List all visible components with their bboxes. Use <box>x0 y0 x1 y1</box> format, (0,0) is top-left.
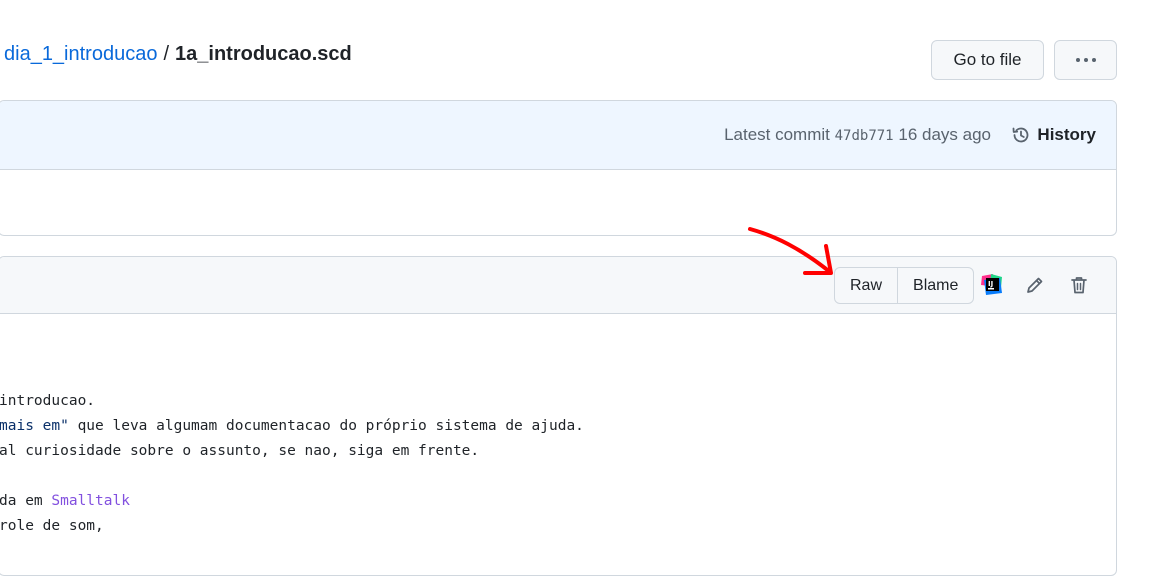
code-line: al curiosidade sobre o assunto, se nao, … <box>0 443 480 459</box>
svg-text:IJ: IJ <box>988 280 993 288</box>
file-viewer: Raw Blame IJ introducao. mais em" que le… <box>0 256 1117 576</box>
commit-info: Latest commit 47db771 16 days ago <box>724 125 991 145</box>
code-content: introducao. mais em" que leva algumam doc… <box>0 389 584 539</box>
commit-label: Latest commit <box>724 125 830 144</box>
code-line: da em Smalltalk <box>0 493 130 509</box>
pencil-icon <box>1027 277 1043 293</box>
code-line: mais em" que leva algumam documentacao d… <box>0 418 584 434</box>
raw-button[interactable]: Raw <box>835 268 897 303</box>
trash-icon <box>1071 277 1087 294</box>
code-line: role de som, <box>0 518 104 534</box>
breadcrumb-separator: / <box>163 43 170 65</box>
latest-commit-box: Latest commit 47db771 16 days ago Histor… <box>0 100 1117 236</box>
code-line: introducao. <box>0 393 96 409</box>
commit-age: 16 days ago <box>898 125 991 144</box>
blame-button[interactable]: Blame <box>897 268 973 303</box>
more-options-button[interactable] <box>1054 40 1117 80</box>
file-toolbar: Raw Blame IJ <box>0 257 1116 314</box>
jetbrains-icon: IJ <box>981 274 1002 295</box>
history-button[interactable]: History <box>1011 125 1096 145</box>
breadcrumb-folder-link[interactable]: dia_1_introducao <box>4 43 157 65</box>
commit-sha[interactable]: 47db771 <box>835 128 894 144</box>
delete-file-button[interactable] <box>1067 273 1091 297</box>
kebab-horizontal-icon <box>1075 58 1096 62</box>
breadcrumb-file-name: 1a_introducao.scd <box>175 43 352 65</box>
history-icon <box>1013 127 1029 143</box>
raw-blame-group: Raw Blame <box>834 267 975 304</box>
open-in-ide-button[interactable]: IJ <box>980 273 1004 297</box>
edit-file-button[interactable] <box>1023 273 1047 297</box>
commit-header: Latest commit 47db771 16 days ago Histor… <box>0 101 1116 170</box>
breadcrumb: dia_1_introducao /1a_introducao.scd <box>4 43 352 66</box>
go-to-file-button[interactable]: Go to file <box>931 40 1044 80</box>
history-label: History <box>1037 125 1096 144</box>
